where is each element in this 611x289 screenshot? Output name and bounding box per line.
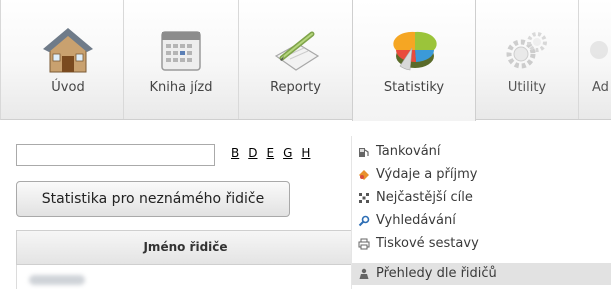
tab-statistiky[interactable]: Statistiky [352, 0, 476, 121]
menu-item-tankovani[interactable]: Tankování [352, 141, 611, 163]
blurred-driver-name [29, 275, 85, 285]
letter-link-b[interactable]: B [231, 146, 239, 160]
notepad-pencil-icon [268, 26, 324, 76]
letter-link-d[interactable]: D [248, 146, 257, 160]
menu-item-label: Výdaje a příjmy [376, 167, 478, 182]
tab-utility[interactable]: Utility [476, 0, 579, 119]
printer-icon [358, 238, 370, 250]
target-icon [358, 192, 370, 204]
unknown-driver-stats-button[interactable]: Statistika pro neznámého řidiče [16, 181, 290, 217]
driver-icon [358, 268, 370, 280]
magnifier-icon [358, 215, 370, 227]
menu-item-nejcastejsi-cile[interactable]: Nejčastější cíle [352, 187, 611, 209]
letter-link-g[interactable]: G [283, 146, 292, 160]
tab-kniha-jizd[interactable]: Kniha jízd [124, 0, 239, 119]
house-icon [40, 26, 96, 76]
menu-item-label: Tankování [376, 144, 441, 159]
driver-name-column-header[interactable]: Jméno řidiče [16, 230, 355, 265]
letter-filter: BDEGH [231, 146, 319, 160]
main-toolbar: Úvod Kniha jízd Reporty Statistiky Utili… [0, 0, 611, 121]
tab-admin[interactable]: Ad [579, 0, 611, 119]
tab-label: Kniha jízd [149, 80, 213, 95]
menu-item-label: Nejčastější cíle [376, 190, 473, 205]
admin-icon [579, 26, 611, 76]
tab-label: Reporty [270, 80, 321, 95]
tab-label: Statistiky [383, 80, 445, 95]
fuel-pump-icon [358, 146, 370, 158]
letter-link-h[interactable]: H [301, 146, 310, 160]
menu-item-label: Vyhledávání [376, 213, 456, 228]
menu-item-prehledy-dle-ridicu[interactable]: Přehledy dle řidičů [352, 263, 611, 285]
tab-reporty[interactable]: Reporty [239, 0, 353, 119]
money-icon [358, 169, 370, 181]
menu-item-vydaje-a-prijmy[interactable]: Výdaje a příjmy [352, 164, 611, 186]
menu-item-tiskove-sestavy[interactable]: Tiskové sestavy [352, 233, 611, 255]
statistiky-dropdown-menu: Tankování Výdaje a příjmy Nejčastější cí… [351, 136, 611, 289]
pie-chart-icon [386, 26, 442, 76]
tab-label: Ad [592, 80, 609, 95]
menu-item-label: Tiskové sestavy [376, 236, 479, 251]
menu-item-vyhledavani[interactable]: Vyhledávání [352, 210, 611, 232]
letter-link-e[interactable]: E [266, 146, 274, 160]
table-row[interactable] [16, 265, 355, 289]
gears-icon [499, 26, 555, 76]
calendar-icon [153, 26, 209, 76]
tab-uvod[interactable]: Úvod [13, 0, 124, 119]
tab-label: Utility [507, 80, 547, 95]
menu-item-label: Přehledy dle řidičů [376, 266, 497, 281]
tab-label: Úvod [51, 80, 85, 95]
search-input[interactable] [16, 144, 215, 166]
